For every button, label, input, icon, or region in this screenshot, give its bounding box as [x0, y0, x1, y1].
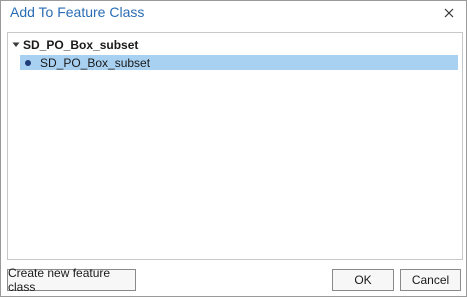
chevron-down-icon[interactable]	[11, 40, 21, 50]
dialog-title: Add To Feature Class	[10, 4, 145, 20]
point-feature-icon	[25, 59, 31, 66]
create-new-feature-class-button[interactable]: Create new feature class	[7, 266, 136, 294]
tree-node-child-selected[interactable]: SD_PO_Box_subset	[20, 55, 458, 70]
tree-node-root-label: SD_PO_Box_subset	[23, 38, 139, 52]
cancel-button[interactable]: Cancel	[400, 269, 461, 291]
ok-button[interactable]: OK	[332, 269, 394, 291]
close-icon[interactable]	[439, 2, 459, 24]
feature-class-tree[interactable]: SD_PO_Box_subset SD_PO_Box_subset	[7, 32, 463, 260]
tree-node-root[interactable]: SD_PO_Box_subset	[11, 37, 457, 53]
add-to-feature-class-dialog: Add To Feature Class SD_PO_Box_subset SD…	[0, 0, 467, 297]
tree-node-child-label: SD_PO_Box_subset	[40, 55, 151, 70]
